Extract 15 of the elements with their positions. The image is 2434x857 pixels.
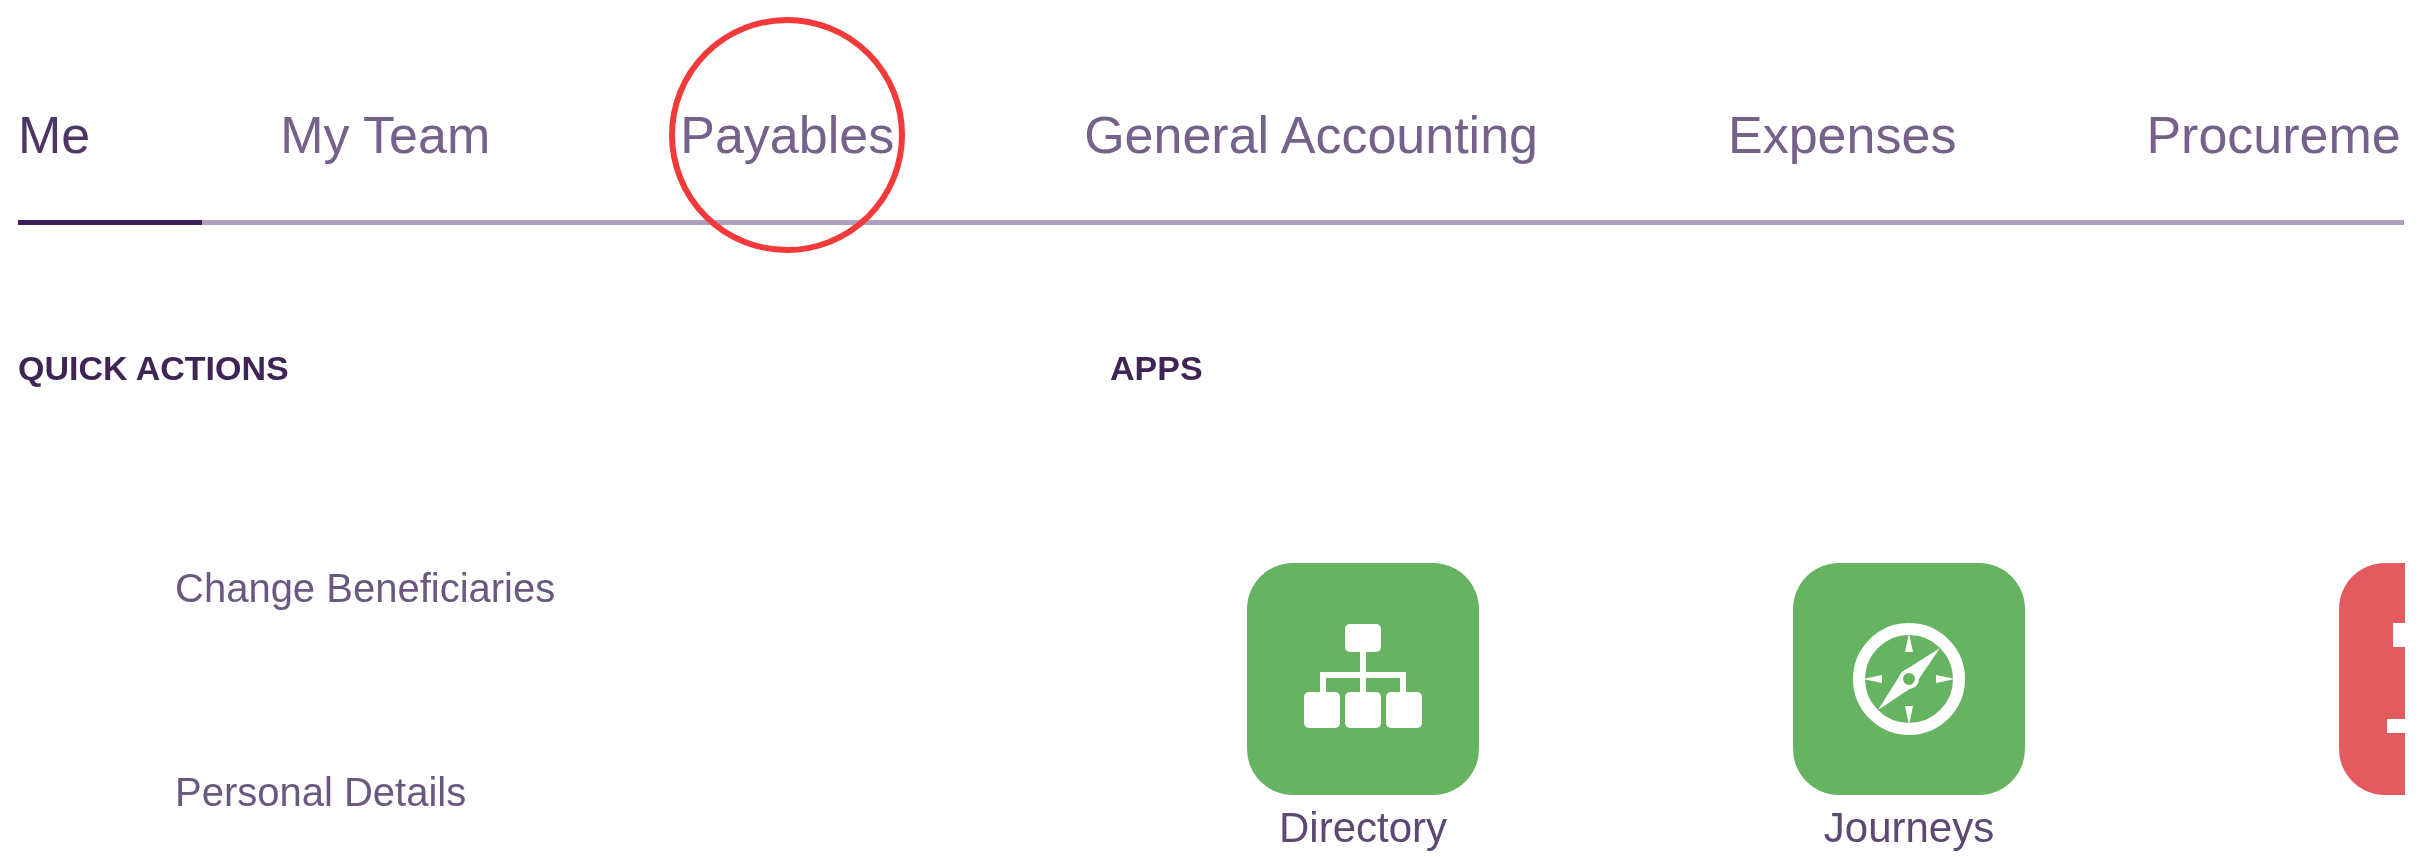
section-heading: APPS	[1110, 348, 1204, 388]
tab[interactable]: General Accounting	[1084, 100, 1538, 220]
quick-action-link[interactable]: Change Beneficiaries	[175, 563, 556, 613]
section-heading: QUICK ACTIONS	[18, 348, 290, 388]
tab[interactable]: My Team	[280, 100, 491, 220]
app-tile[interactable]	[1247, 563, 1479, 795]
tab[interactable]: Expenses	[1728, 100, 1957, 220]
tab[interactable]: Payables	[680, 100, 895, 220]
app-tile[interactable]	[2339, 563, 2405, 795]
tab[interactable]: Procureme	[2146, 100, 2401, 220]
quick-action-link[interactable]: Personal Details	[175, 767, 467, 817]
app-tile[interactable]	[1793, 563, 2025, 795]
app-label: Directory	[1279, 805, 1447, 851]
app-label: Journeys	[1823, 805, 1995, 851]
tab[interactable]: Me	[18, 100, 91, 220]
